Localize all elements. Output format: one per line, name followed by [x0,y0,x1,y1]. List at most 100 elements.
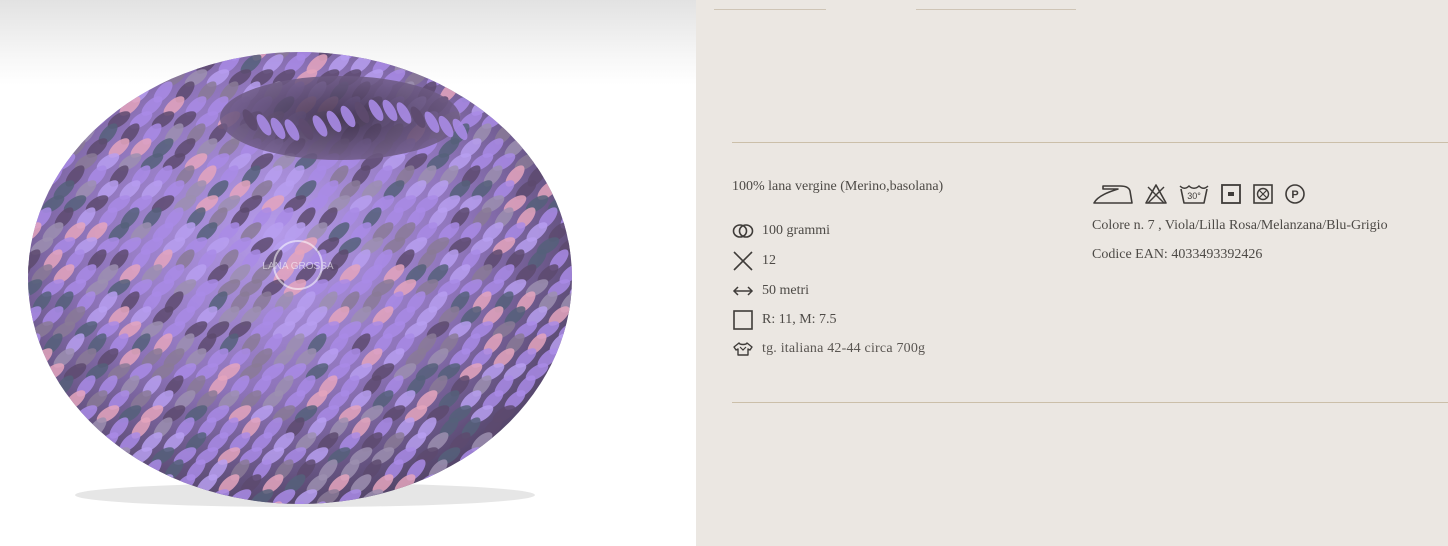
tab-underline-2[interactable] [916,9,1076,10]
yarn-strand [96,69,120,87]
yarn-ball-image[interactable]: LANA GROSSA [0,0,696,546]
yarn-strand [428,52,448,61]
yarn-strand [28,153,32,171]
yarn-strand [28,54,42,74]
wash-30-icon: 30° [1178,183,1210,205]
yarn-strand [571,333,572,355]
yarn-strand [515,96,537,116]
yarn-strand [505,81,525,103]
yarn-strand [98,459,118,481]
yarn-strand [28,390,42,410]
yarn-strand [28,52,30,61]
yarn-strand [30,405,54,423]
yarn-strand [560,459,572,481]
yarn-strand [516,52,536,61]
color-info: Colore n. 7 , Viola/Lilla Rosa/Melanzana… [1092,218,1388,233]
yarn-strand [536,489,560,504]
yarn-strand [76,52,96,61]
yarn-strand [52,489,76,504]
yarn-strand [32,459,52,481]
yarn-strand [63,447,87,465]
spec-length: 50 metri [732,280,809,302]
yarn-strand [65,81,85,103]
yarn-strand [570,222,572,242]
yarn-strand [558,489,572,504]
no-bleach-icon [1144,183,1168,205]
weight-icon [732,220,754,242]
yarn-strand [525,111,549,129]
yarn-strand [483,81,503,103]
yarn-strand [28,474,42,494]
product-details-panel: 100% lana vergine (Merino,basolana) 100 … [696,0,1448,546]
yarn-strand [570,390,572,410]
yarn-strand [438,54,460,74]
yarn-strand [32,123,52,145]
yarn-strand [28,459,30,481]
composition-text: 100% lana vergine (Merino,basolana) [732,179,944,194]
yarn-strand [28,165,41,187]
divider-top [732,142,1448,143]
spec-needle: 12 [732,250,776,272]
yarn-strand [525,447,549,465]
yarn-strand [164,52,184,61]
yarn-strand [75,96,97,116]
yarn-strand [559,432,572,452]
yarn-strand [76,459,96,481]
yarn-strand [42,474,64,494]
yarn-strand [75,432,97,452]
yarn-strand [28,207,30,229]
yarn-strand [87,501,107,504]
yarn-strand [52,405,76,423]
yarn-strand [569,195,572,213]
yarn-strand [109,81,129,103]
yarn-strand [31,96,53,116]
yarn-strand [28,111,43,129]
yarn-strand [570,306,572,326]
yarn-strand [416,54,438,74]
yarn-strand [54,459,74,481]
yarn-strand [538,123,558,145]
yarn-strand [537,96,559,116]
yarn-strand [87,81,107,103]
yarn-strand [28,138,42,158]
yarn-strand [54,123,74,145]
length-icon [732,280,754,302]
tab-underline-1[interactable] [714,9,826,10]
tumble-dry-no-icon [1220,183,1242,205]
yarn-strand [569,111,572,129]
spec-size: tg. italiana 42-44 circa 700g [732,338,925,360]
yarn-strand [570,138,572,158]
yarn-strand [32,52,52,61]
yarn-strand [536,69,560,87]
yarn-strand [548,138,570,158]
yarn-strand [472,52,492,61]
yarn-strand [406,52,426,61]
yarn-strand [28,489,32,504]
yarn-strand [548,474,570,494]
yarn-strand [28,321,32,339]
yarn-strand [98,52,118,61]
yarn-strand [571,81,572,103]
yarn-strand [503,447,527,465]
yarn-strand [65,501,85,504]
yarn-strand [43,81,63,103]
yarn-strand [152,54,174,74]
yarn-strand [43,417,63,439]
yarn-strand [74,69,98,87]
spec-needle-text: 12 [762,253,776,268]
svg-text:30°: 30° [1187,191,1201,201]
yarn-strand [559,96,572,116]
yarn-strand [538,459,558,481]
yarn-strand [28,348,31,368]
professional-clean-p-icon: P [1284,183,1306,205]
yarn-strand [560,375,572,397]
yarn-strand [28,447,43,465]
yarn-strand [28,432,31,452]
yarn-strand [571,417,572,439]
yarn-strand [30,69,54,87]
yarn-strand [548,390,570,410]
yarn-strand [86,54,108,74]
yarn-strand [515,432,537,452]
yarn-strand [108,54,130,74]
product-image-panel: LANA GROSSA [0,0,696,546]
